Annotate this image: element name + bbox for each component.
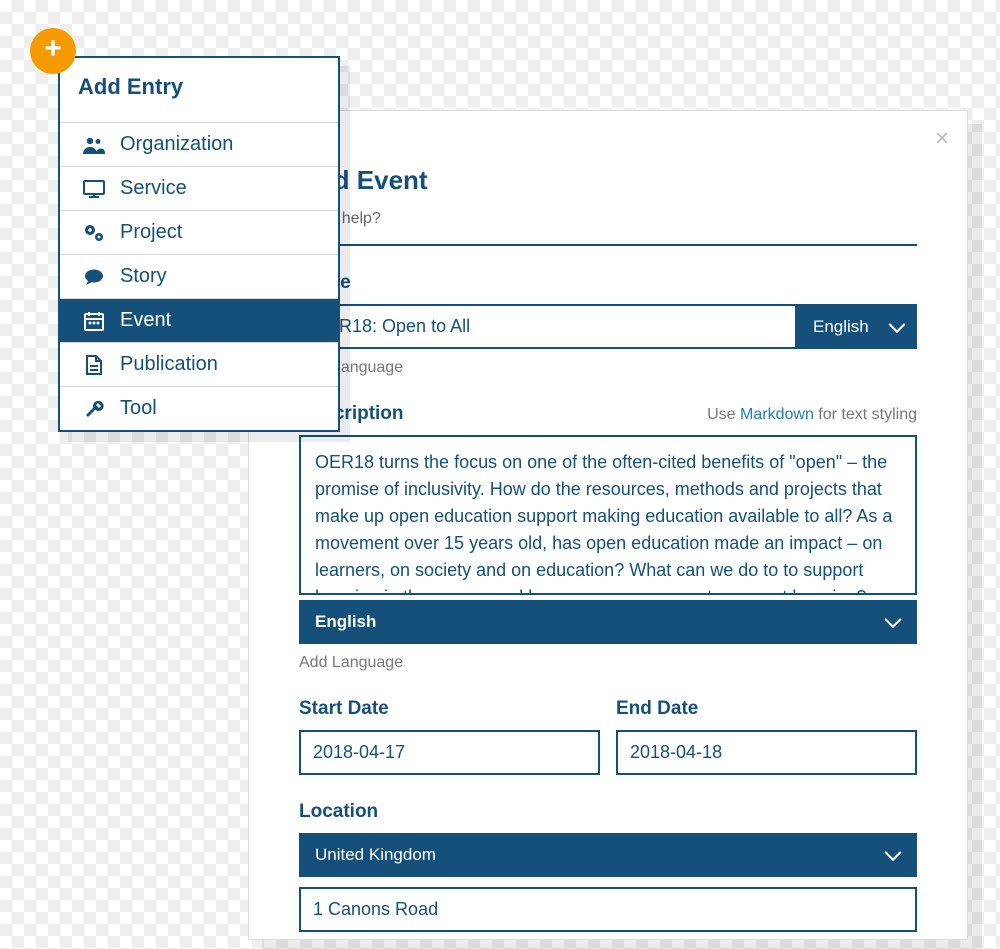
end-date-input[interactable]: [616, 730, 917, 775]
location-label: Location: [299, 801, 917, 823]
add-language-link[interactable]: Add Language: [299, 654, 917, 672]
markdown-link[interactable]: Markdown: [740, 406, 814, 423]
document-icon: [82, 355, 106, 375]
description-language-select[interactable]: English: [299, 600, 917, 644]
sidebar-item-label: Tool: [120, 397, 157, 420]
sidebar-item-publication[interactable]: Publication: [60, 342, 338, 386]
monitor-icon: [82, 180, 106, 198]
sidebar-item-label: Project: [120, 221, 182, 244]
address-input[interactable]: [299, 887, 917, 932]
description-textarea[interactable]: [299, 435, 917, 595]
country-select[interactable]: United Kingdom: [299, 833, 917, 877]
sidebar-item-label: Publication: [120, 353, 218, 376]
popover-title: Add Entry: [60, 58, 338, 122]
add-entry-button[interactable]: +: [30, 28, 76, 74]
gears-icon: [82, 223, 106, 243]
chat-icon: [82, 268, 106, 286]
sidebar-item-organization[interactable]: Organization: [60, 122, 338, 166]
add-entry-popover: Add Entry Organization Service Project S…: [58, 56, 340, 432]
add-language-link[interactable]: Add Language: [299, 359, 917, 377]
name-label: Name: [299, 272, 917, 294]
sidebar-item-service[interactable]: Service: [60, 166, 338, 210]
end-date-label: End Date: [616, 698, 917, 720]
sidebar-item-story[interactable]: Story: [60, 254, 338, 298]
sidebar-item-project[interactable]: Project: [60, 210, 338, 254]
modal-title: Add Event: [299, 165, 917, 196]
calendar-icon: [82, 311, 106, 331]
country-value: United Kingdom: [315, 845, 436, 864]
name-language-select[interactable]: English: [797, 304, 917, 349]
sidebar-item-event[interactable]: Event: [60, 298, 338, 342]
sidebar-item-tool[interactable]: Tool: [60, 386, 338, 430]
language-value: English: [813, 317, 869, 337]
users-icon: [82, 136, 106, 154]
sidebar-item-label: Event: [120, 309, 171, 332]
close-icon[interactable]: ×: [935, 125, 949, 153]
name-input[interactable]: [299, 304, 797, 349]
start-date-label: Start Date: [299, 698, 600, 720]
sidebar-item-label: Service: [120, 177, 187, 200]
sidebar-item-label: Story: [120, 265, 167, 288]
language-value: English: [315, 612, 376, 631]
add-event-modal: × Add Event Need help? Name English Add …: [248, 110, 968, 940]
description-hint: Use Markdown for text styling: [707, 406, 917, 424]
wrench-icon: [82, 399, 106, 419]
start-date-input[interactable]: [299, 730, 600, 775]
need-help-link[interactable]: Need help?: [299, 210, 917, 246]
sidebar-item-label: Organization: [120, 133, 233, 156]
